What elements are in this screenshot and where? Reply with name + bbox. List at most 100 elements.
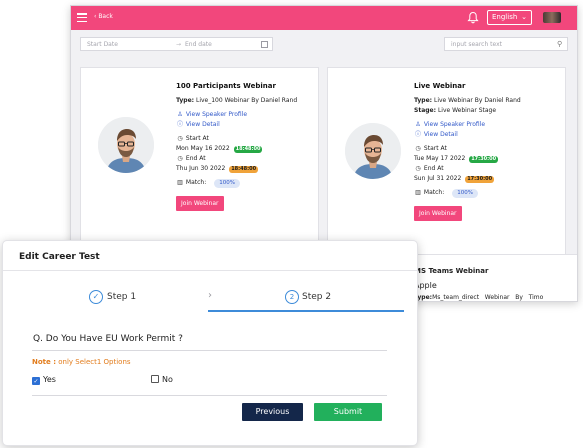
end-label-text: End At [423,165,444,172]
webinar-info: Live Webinar Type: Live Webinar By Danie… [414,82,564,221]
match-label: Match: [185,179,207,186]
submit-button[interactable]: Submit [314,403,382,421]
divider [32,395,387,396]
end-at-label: ◷ End At [414,164,564,174]
join-webinar-button[interactable]: Join Webinar [176,196,224,211]
back-link[interactable]: ‹ Back [94,13,113,20]
match-value-badge: 100% [214,179,240,188]
webinar-type: Type:Ms_team_direct Webinar By Timo [414,294,543,301]
stage-value: Live Webinar Stage [437,107,497,114]
end-time-badge: 17:30:00 [465,176,495,183]
join-webinar-button[interactable]: Join Webinar [414,206,462,221]
view-detail-link[interactable]: ⓘ View Detail [414,130,564,140]
view-speaker-label: View Speaker Profile [185,111,248,118]
step-1-label[interactable]: Step 1 [107,292,136,302]
view-detail-label: View Detail [185,121,220,128]
note-text: only Select1 Options [56,358,131,366]
info-icon: ⓘ [414,131,421,138]
bell-icon[interactable] [467,11,479,24]
end-time-badge: 18:48:00 [229,166,259,173]
note: Note : only Select1 Options [32,358,131,366]
active-step-indicator [208,310,404,312]
search-placeholder: input search text [451,41,503,48]
language-select[interactable]: English ⌄ [487,10,532,25]
language-value: English [492,13,518,21]
search-input[interactable]: input search text ⚲ [444,37,568,51]
clock-icon: ◷ [177,135,183,142]
previous-button[interactable]: Previous [242,403,303,421]
step-2-label[interactable]: Step 2 [302,292,331,302]
start-at-label: ◷ Start At [414,144,564,154]
match-value-badge: 100% [452,189,478,198]
match-label: Match: [423,189,445,196]
end-date-input[interactable]: End date [185,41,212,48]
search-icon[interactable]: ⚲ [557,40,562,48]
user-avatar[interactable] [543,12,561,23]
chevron-down-icon: ⌄ [521,13,527,21]
view-speaker-label: View Speaker Profile [423,121,486,128]
divider [32,350,387,351]
dialog-title: Edit Career Test [19,252,100,262]
stage: ‹ Back English ⌄ Start Date → End date i… [0,0,583,448]
match-row: ▥ Match: 100% [414,188,564,198]
type-value: Ms_team_direct Webinar By Timo [432,294,544,301]
back-label: Back [98,13,113,20]
user-icon: ♙ [415,121,421,128]
edit-career-test-dialog: Edit Career Test ✓ Step 1 › 2 Step 2 Q. … [2,240,418,446]
start-date: Mon May 16 2022 [176,145,230,152]
view-speaker-profile-link[interactable]: ♙ View Speaker Profile [176,110,316,120]
calendar-icon [261,41,268,48]
start-datetime: Mon May 16 2022 18:48:00 [176,144,316,154]
divider [3,270,417,271]
webinar-type: Type: Live_100 Webinar By Daniel Rand [176,96,316,106]
top-nav-bar: ‹ Back English ⌄ [71,6,577,30]
webinar-info: 100 Participants Webinar Type: Live_100 … [176,82,316,211]
speaker-photo [345,123,401,179]
end-date: Thu Jun 30 2022 [176,165,226,172]
option-no[interactable]: No [151,375,173,384]
step-2-number-icon[interactable]: 2 [285,290,299,304]
webinar-title: Live Webinar [414,82,466,90]
start-date: Tue May 17 2022 [414,155,466,162]
hamburger-menu-icon[interactable] [77,13,87,23]
date-range-picker[interactable]: Start Date → End date [80,37,273,51]
bar-chart-icon: ▥ [415,189,421,196]
option-no-label: No [162,375,173,384]
view-detail-link[interactable]: ⓘ View Detail [176,120,316,130]
start-at-label: ◷ Start At [176,134,316,144]
start-label-text: Start At [423,145,447,152]
chevron-right-icon: › [208,290,212,301]
start-time-badge: 17:30:00 [469,156,499,163]
type-label: Type: [414,97,433,104]
clock-icon: ◷ [415,145,421,152]
type-value: Live Webinar By Daniel Rand [433,97,521,104]
info-icon: ⓘ [176,121,183,128]
start-date-input[interactable]: Start Date [87,41,118,48]
speaker-portrait-image [345,123,401,179]
clock-icon: ◷ [177,155,183,162]
speaker-photo [98,117,154,173]
webinar-card: Live Webinar Type: Live Webinar By Danie… [327,67,566,257]
webinar-stage: Stage: Live Webinar Stage [414,106,564,116]
stage-label: Stage: [414,107,437,114]
view-speaker-profile-link[interactable]: ♙ View Speaker Profile [414,120,564,130]
option-yes[interactable]: ✓ Yes [32,375,56,385]
date-range-arrow-icon: → [176,41,182,48]
check-icon[interactable]: ✓ [89,290,103,304]
end-label-text: End At [185,155,206,162]
end-at-label: ◷ End At [176,154,316,164]
start-datetime: Tue May 17 2022 17:30:00 [414,154,564,164]
start-time-badge: 18:48:00 [233,146,263,153]
checkbox-checked-icon[interactable]: ✓ [32,377,40,385]
webinar-type: Type: Live Webinar By Daniel Rand [414,96,564,106]
clock-icon: ◷ [415,165,421,172]
webinar-title: 100 Participants Webinar [176,82,276,90]
end-date: Sun Jul 31 2022 [414,175,462,182]
type-value: Live_100 Webinar By Daniel Rand [195,97,298,104]
end-datetime: Thu Jun 30 2022 18:48:00 [176,164,316,174]
note-label: Note : [32,358,56,366]
option-yes-label: Yes [43,375,56,384]
checkbox-unchecked-icon[interactable] [151,375,159,383]
speaker-portrait-image [98,117,154,173]
user-icon: ♙ [177,111,183,118]
